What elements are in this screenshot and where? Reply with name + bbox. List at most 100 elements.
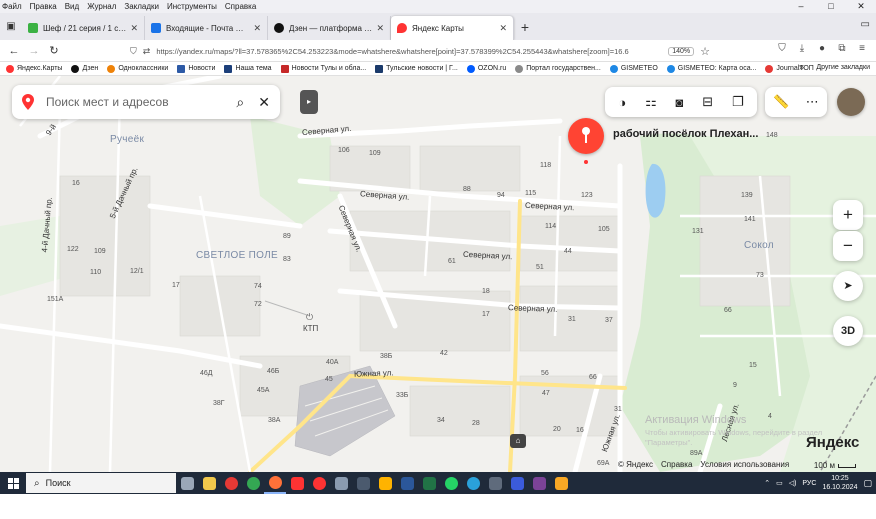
bookmark-nasha-tema[interactable]: Наша тема: [224, 64, 272, 73]
excel-icon[interactable]: [418, 472, 440, 494]
bookmark-news[interactable]: Новости: [177, 64, 215, 73]
bookmarks-overflow-icon[interactable]: »: [799, 62, 804, 72]
transport-icon[interactable]: ⊟: [702, 94, 713, 110]
app-icon[interactable]: [550, 472, 572, 494]
ruler-icon[interactable]: 📏: [773, 94, 789, 110]
other-bookmarks[interactable]: Другие закладки: [816, 64, 870, 71]
save-icon[interactable]: [506, 472, 528, 494]
telegram-icon[interactable]: [462, 472, 484, 494]
pocket-icon[interactable]: ⛉: [772, 43, 792, 54]
close-tab-icon[interactable]: ✕: [253, 23, 261, 34]
bookmark-journaltop[interactable]: JournalТОП: [765, 64, 814, 73]
zoom-in-button[interactable]: +: [833, 200, 863, 230]
permissions-icon[interactable]: ⇄: [143, 46, 151, 57]
network-icon[interactable]: ▭: [776, 479, 783, 487]
volume-icon[interactable]: ◁): [789, 479, 797, 487]
back-button[interactable]: ←: [4, 45, 24, 57]
bookmark-gismeteo-map[interactable]: GISMETEO: Карта оса...: [666, 64, 756, 73]
app-icon[interactable]: [528, 472, 550, 494]
tab-overflow-icon[interactable]: ▭: [861, 19, 870, 30]
chrome-icon[interactable]: [242, 472, 264, 494]
yandex-icon[interactable]: [286, 472, 308, 494]
yandex-logo[interactable]: Яндекс: [806, 434, 859, 451]
collapse-panel-button[interactable]: ▸: [300, 90, 318, 114]
mode-3d-button[interactable]: 3D: [833, 316, 863, 346]
url-text[interactable]: https://yandex.ru/maps/?ll=37.578365%2C5…: [156, 47, 664, 56]
menu-hamburger-icon[interactable]: ≡: [852, 43, 872, 54]
tab-mail[interactable]: Входящие - Почта Mail ✕: [145, 16, 268, 40]
close-tab-icon[interactable]: ✕: [376, 23, 384, 34]
extensions-icon[interactable]: ⧉: [832, 43, 852, 54]
panorama-icon[interactable]: ◙: [676, 95, 684, 110]
firefox-icon[interactable]: [264, 472, 286, 494]
close-window-button[interactable]: ✕: [846, 0, 876, 13]
app-icon[interactable]: [352, 472, 374, 494]
forward-button[interactable]: →: [24, 45, 44, 57]
menu-view[interactable]: Вид: [65, 2, 79, 11]
clear-search-icon[interactable]: ✕: [258, 94, 270, 111]
taskbar-search[interactable]: ⌕ Поиск: [26, 473, 176, 493]
bookmark-star-icon[interactable]: ☆: [700, 45, 710, 58]
yandex-browser-icon[interactable]: [308, 472, 330, 494]
windows-start-icon[interactable]: [0, 472, 26, 494]
tray-chevron-icon[interactable]: ⌃: [764, 479, 770, 487]
my-location-icon[interactable]: ➤: [833, 271, 863, 301]
tab-dzen[interactable]: Дзен — платформа для просм ✕: [268, 16, 391, 40]
menu-edit[interactable]: Правка: [30, 2, 57, 11]
map-layers-icon[interactable]: ◑: [618, 95, 626, 110]
word-icon[interactable]: [396, 472, 418, 494]
map-canvas[interactable]: СВЕТЛОЕ ПОЛЕ Сокол Ручеёк Северная ул. С…: [0, 76, 876, 472]
close-tab-icon[interactable]: ✕: [499, 23, 507, 34]
app-icon[interactable]: [330, 472, 352, 494]
menu-file[interactable]: Файл: [2, 2, 22, 11]
minimize-button[interactable]: –: [786, 0, 816, 13]
tab-shef[interactable]: Шеф / 21 серия / 1 сезон / Се ✕: [22, 16, 145, 40]
account-icon[interactable]: ●: [812, 43, 832, 54]
poi-ktp-label[interactable]: КТП: [303, 324, 318, 333]
opera-icon[interactable]: [220, 472, 242, 494]
menu-help[interactable]: Справка: [225, 2, 256, 11]
address-bar[interactable]: ⛉ ⇄ https://yandex.ru/maps/?ll=37.578365…: [130, 42, 710, 60]
search-box[interactable]: Поиск мест и адресов ⌕ ✕: [12, 85, 280, 119]
bookmark-gismeteo[interactable]: GISMETEO: [609, 64, 658, 73]
power-station-icon[interactable]: ⏻: [306, 312, 313, 323]
bookmark-gosuslugi[interactable]: Портал государствен...: [515, 64, 601, 73]
search-icon[interactable]: ⌕: [236, 94, 244, 111]
traffic-icon[interactable]: ⚏: [645, 94, 657, 110]
new-tab-button[interactable]: +: [514, 16, 536, 40]
placemark-label[interactable]: рабочий посёлок Плехан...: [613, 128, 758, 140]
language-indicator[interactable]: РУС: [802, 480, 816, 487]
bookmark-yandex-maps[interactable]: Яндекс.Карты: [6, 64, 62, 73]
task-view-icon[interactable]: [176, 472, 198, 494]
menu-bookmarks[interactable]: Закладки: [124, 2, 159, 11]
search-input[interactable]: Поиск мест и адресов: [46, 95, 222, 109]
copyright-link[interactable]: © Яндекс: [618, 460, 653, 472]
notifications-icon[interactable]: ▢: [863, 478, 872, 489]
layers-stack-icon[interactable]: ❐: [732, 94, 744, 110]
bookmark-odnoklassniki[interactable]: Одноклассники: [107, 64, 168, 73]
zoom-out-button[interactable]: −: [833, 231, 863, 261]
bookmark-tula-news[interactable]: Новости Тулы и обла...: [280, 64, 366, 73]
placemark-pin-icon[interactable]: [568, 118, 604, 154]
tab-yandex-maps[interactable]: Яндекс Карты ✕: [391, 16, 514, 40]
bookmark-tula-news-2[interactable]: Тульские новости | Г...: [375, 64, 458, 73]
bookmark-dzen[interactable]: Дзен: [71, 64, 98, 73]
clock[interactable]: 10:25 16.10.2024: [822, 474, 857, 492]
help-link[interactable]: Справка: [661, 460, 692, 472]
menu-tools[interactable]: Инструменты: [167, 2, 217, 11]
reload-button[interactable]: ↻: [44, 44, 64, 57]
tab-list-icon[interactable]: ▣: [0, 13, 22, 40]
calculator-icon[interactable]: [484, 472, 506, 494]
menu-history[interactable]: Журнал: [87, 2, 116, 11]
downloads-icon[interactable]: ⤓: [792, 43, 812, 54]
building-entrance-icon[interactable]: ⌂: [510, 434, 526, 448]
more-options-icon[interactable]: ⋯: [806, 94, 819, 110]
user-avatar[interactable]: [837, 88, 865, 116]
maximize-button[interactable]: □: [816, 0, 846, 13]
close-tab-icon[interactable]: ✕: [130, 23, 138, 34]
file-explorer-icon[interactable]: [198, 472, 220, 494]
terms-link[interactable]: Условия использования: [700, 460, 789, 472]
bookmark-ozon[interactable]: OZON.ru: [466, 64, 506, 73]
app-icon[interactable]: [374, 472, 396, 494]
shield-icon[interactable]: ⛉: [130, 46, 137, 57]
